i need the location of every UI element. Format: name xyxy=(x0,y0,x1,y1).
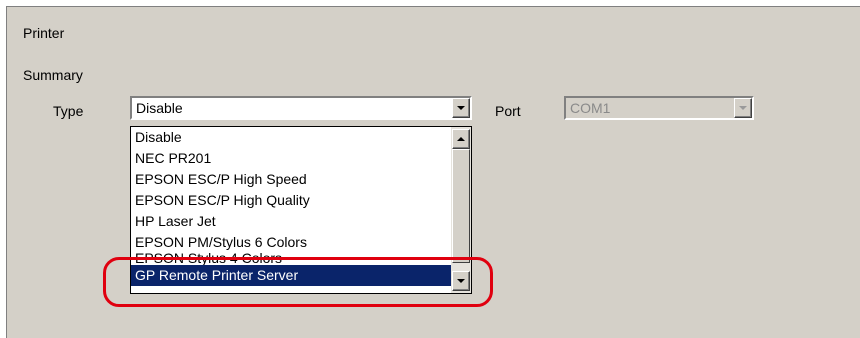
port-dropdown-button xyxy=(734,98,752,118)
list-item[interactable]: EPSON PM/Stylus 6 Colors xyxy=(131,232,453,253)
list-item[interactable]: Disable xyxy=(131,127,453,148)
type-dropdown-button[interactable] xyxy=(452,98,470,118)
type-combobox[interactable]: Disable xyxy=(130,96,472,120)
callout-highlight-ring xyxy=(103,257,493,307)
scrollbar-thumb[interactable] xyxy=(452,149,470,263)
type-combobox-value: Disable xyxy=(136,100,183,116)
list-item[interactable]: EPSON ESC/P High Speed xyxy=(131,169,453,190)
port-label: Port xyxy=(495,103,521,119)
summary-section-title: Summary xyxy=(23,67,83,83)
list-item[interactable]: HP Laser Jet xyxy=(131,211,453,232)
port-combobox: COM1 xyxy=(564,96,754,120)
port-combobox-value: COM1 xyxy=(570,100,611,116)
scroll-up-button[interactable] xyxy=(452,129,470,149)
chevron-up-icon xyxy=(457,137,465,141)
type-label: Type xyxy=(53,103,84,119)
panel-title: Printer xyxy=(23,25,65,41)
chevron-down-icon xyxy=(457,106,465,110)
chevron-down-icon xyxy=(739,106,747,110)
list-item[interactable]: NEC PR201 xyxy=(131,148,453,169)
list-item[interactable]: EPSON ESC/P High Quality xyxy=(131,190,453,211)
